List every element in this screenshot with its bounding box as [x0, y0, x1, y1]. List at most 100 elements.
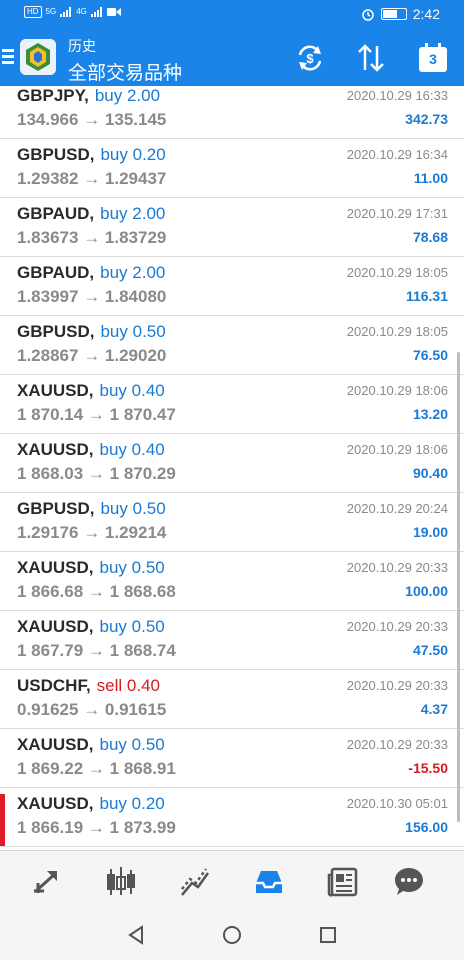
calendar-icon[interactable]: 3: [417, 42, 449, 74]
trade-date: 2020.10.29 18:06: [346, 442, 448, 457]
symbol-name: XAUUSD,: [17, 440, 94, 459]
trade-row[interactable]: XAUUSD, buy 0.50 1 869.22 → 1 868.91 2020.1…: [0, 729, 464, 788]
trade-date: 2020.10.29 17:31: [346, 206, 448, 221]
trade-prices: 1 866.19 → 1 873.99: [17, 818, 176, 838]
close-price: 1.29214: [104, 523, 167, 542]
trade-symbol: USDCHF, sell 0.40: [17, 676, 160, 696]
arrow-icon: →: [83, 700, 101, 719]
arrow-icon: →: [87, 759, 105, 778]
close-price: 1 868.74: [109, 641, 176, 660]
trade-symbol: GBPUSD, buy 0.50: [17, 322, 166, 342]
trade-profit: 11.00: [413, 170, 448, 186]
trade-row[interactable]: XAUUSD, buy 0.40 1 870.14 → 1 870.47 2020.1…: [0, 375, 464, 434]
symbol-name: GBPAUD,: [17, 204, 95, 223]
trade-prices: 1.28867 → 1.29020: [17, 346, 166, 366]
trade-lots: 2.00: [132, 263, 166, 282]
trade-side: buy: [99, 735, 127, 754]
trade-row[interactable]: GBPJPY, buy 2.00 134.966 → 135.145 2020.10.…: [0, 86, 464, 139]
trade-prices: 1.29382 → 1.29437: [17, 169, 166, 189]
trade-symbol: GBPJPY, buy 2.00: [17, 86, 160, 106]
trade-row[interactable]: XAUUSD, buy 0.50 1 867.79 → 1 868.74 2020.1…: [0, 611, 464, 670]
trade-direction: buy 0.20: [100, 794, 165, 813]
symbol-name: GBPUSD,: [17, 322, 95, 341]
arrow-icon: →: [83, 110, 101, 129]
trade-symbol: GBPUSD, buy 0.20: [17, 145, 166, 165]
trade-side: sell: [96, 676, 123, 695]
arrow-icon: →: [87, 405, 105, 424]
trade-symbol: XAUUSD, buy 0.40: [17, 440, 165, 460]
trade-row[interactable]: GBPAUD, buy 2.00 1.83997 → 1.84080 2020.10.…: [0, 257, 464, 316]
trade-row[interactable]: XAUUSD, buy 0.50 1 866.68 → 1 868.68 2020.1…: [0, 552, 464, 611]
arrow-icon: →: [83, 169, 101, 188]
history-icon[interactable]: [252, 865, 286, 899]
history-list[interactable]: GBPJPY, buy 2.00 134.966 → 135.145 2020.10.…: [0, 86, 464, 850]
trade-direction: buy 0.50: [100, 617, 165, 636]
page-title: 历史: [68, 38, 96, 54]
trade-profit: 156.00: [405, 819, 448, 835]
trade-profit: 342.73: [405, 111, 448, 127]
trade-date: 2020.10.29 20:33: [346, 619, 448, 634]
trade-direction: buy 2.00: [100, 204, 165, 223]
chart-icon[interactable]: [103, 865, 137, 899]
trade-row[interactable]: GBPUSD, buy 0.50 1.28867 → 1.29020 2020.10.…: [0, 316, 464, 375]
trade-profit: 13.20: [412, 406, 448, 422]
status-right: 2:42: [361, 6, 440, 22]
home-icon[interactable]: [220, 923, 244, 947]
symbol-name: XAUUSD,: [17, 617, 94, 636]
recents-icon[interactable]: [316, 923, 340, 947]
trade-profit: 19.00: [412, 524, 448, 540]
chat-icon[interactable]: [392, 865, 426, 899]
trade-row[interactable]: GBPAUD, buy 2.00 1.83673 → 1.83729 2020.10.…: [0, 198, 464, 257]
arrow-icon: →: [83, 287, 101, 306]
trade-date: 2020.10.29 20:33: [346, 737, 448, 752]
status-left: HD 5G 4G: [24, 6, 121, 18]
open-price: 1 866.19: [17, 818, 84, 837]
trade-direction: buy 2.00: [95, 86, 160, 105]
trade-row[interactable]: USDCHF, sell 0.40 0.91625 → 0.91615 2020.10…: [0, 670, 464, 729]
menu-icon[interactable]: [2, 49, 16, 65]
open-price: 1 869.22: [17, 759, 84, 778]
news-icon[interactable]: [326, 865, 360, 899]
trade-prices: 1 866.68 → 1 868.68: [17, 582, 176, 602]
symbol-name: GBPJPY,: [17, 86, 89, 105]
trade-row[interactable]: XAUUSD, buy 0.20 1 866.19 → 1 873.99 2020.1…: [0, 788, 464, 847]
trade-date: 2020.10.29 16:33: [346, 88, 448, 103]
trade-side: buy: [99, 558, 127, 577]
trade-row[interactable]: GBPUSD, buy 0.20 1.29382 → 1.29437 2020.10.…: [0, 139, 464, 198]
trade-side: buy: [100, 263, 128, 282]
trade-lots: 0.20: [131, 794, 165, 813]
currency-swap-icon[interactable]: $: [294, 42, 326, 74]
close-price: 0.91615: [104, 700, 167, 719]
trade-date: 2020.10.30 05:01: [346, 796, 448, 811]
trade-row[interactable]: XAUUSD, buy 0.40 1 868.03 → 1 870.29 2020.1…: [0, 434, 464, 493]
close-price: 1.29437: [104, 169, 167, 188]
trade-icon[interactable]: [178, 865, 212, 899]
trade-prices: 1 868.03 → 1 870.29: [17, 464, 176, 484]
close-price: 1 868.68: [109, 582, 176, 601]
trade-profit: 100.00: [405, 583, 448, 599]
arrow-icon: →: [83, 346, 101, 365]
trade-side: buy: [99, 617, 127, 636]
back-icon[interactable]: [124, 923, 148, 947]
trade-side: buy: [100, 322, 128, 341]
scrollbar[interactable]: [457, 352, 460, 822]
open-price: 1.29382: [17, 169, 79, 188]
status-bar: HD 5G 4G 2:42: [0, 0, 464, 30]
open-price: 1.28867: [17, 346, 79, 365]
symbol-name: XAUUSD,: [17, 558, 94, 577]
trade-symbol: XAUUSD, buy 0.50: [17, 558, 165, 578]
close-price: 1 873.99: [109, 818, 176, 837]
trade-direction: buy 0.40: [100, 440, 165, 459]
symbol-filter[interactable]: 全部交易品种: [68, 58, 182, 85]
trade-lots: 0.50: [131, 558, 165, 577]
trade-symbol: GBPAUD, buy 2.00: [17, 204, 165, 224]
trade-profit: 78.68: [412, 229, 448, 245]
trade-symbol: GBPUSD, buy 0.50: [17, 499, 166, 519]
trade-prices: 1 867.79 → 1 868.74: [17, 641, 176, 661]
app-logo-icon[interactable]: [20, 39, 56, 75]
quotes-icon[interactable]: [30, 865, 64, 899]
trade-prices: 1.29176 → 1.29214: [17, 523, 166, 543]
trade-side: buy: [99, 381, 127, 400]
trade-row[interactable]: GBPUSD, buy 0.50 1.29176 → 1.29214 2020.10.…: [0, 493, 464, 552]
sort-icon[interactable]: [355, 42, 387, 74]
